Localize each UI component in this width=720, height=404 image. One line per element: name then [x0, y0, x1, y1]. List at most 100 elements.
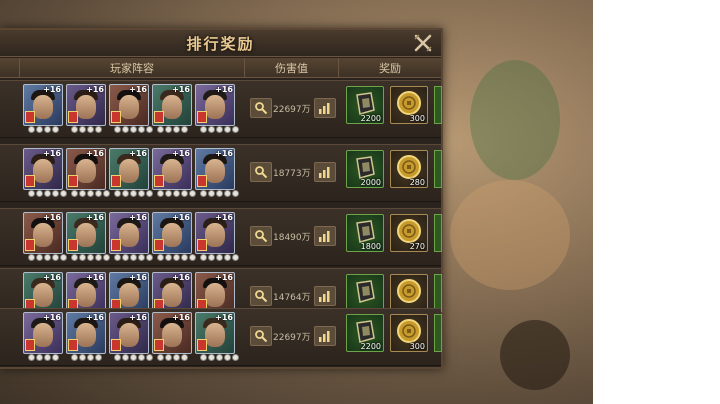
reward-jade-token[interactable]: 1800: [346, 214, 384, 252]
hero-level: +16: [43, 149, 61, 158]
hero-portrait[interactable]: +16: [195, 148, 235, 190]
view-lineup-button[interactable]: [250, 162, 272, 182]
star-dot: [71, 354, 78, 361]
star-dot: [79, 254, 86, 261]
star-dot: [157, 354, 164, 361]
hero-level: +16: [86, 213, 104, 222]
reward-jade-token[interactable]: 2000: [346, 150, 384, 188]
hero-portrait[interactable]: +16: [23, 148, 63, 190]
view-lineup-button[interactable]: [250, 286, 272, 306]
reward-jade-token[interactable]: 2200: [346, 314, 384, 352]
hero-level: +16: [129, 273, 147, 282]
hero-portrait[interactable]: +16: [66, 312, 106, 354]
magnifier-icon: [255, 330, 268, 343]
hero-portrait[interactable]: +16: [152, 84, 192, 126]
star-dot: [200, 190, 207, 197]
hero-portrait[interactable]: +16: [109, 312, 149, 354]
hero-portrait[interactable]: +16: [152, 148, 192, 190]
star-rating: [71, 126, 102, 133]
column-header-row: 玩家阵容 伤害值 奖励: [0, 58, 441, 78]
damage-stats-button[interactable]: [314, 162, 336, 182]
hero-portrait[interactable]: +16: [23, 312, 63, 354]
star-dot: [87, 190, 94, 197]
star-rating: [200, 126, 239, 133]
magnifier-icon: [255, 102, 268, 115]
star-dot: [181, 354, 188, 361]
star-dot: [232, 354, 239, 361]
star-dot: [189, 190, 196, 197]
reward-gold-coin[interactable]: 280: [390, 150, 428, 188]
damage-value: 22697万: [273, 105, 311, 115]
hero-portrait[interactable]: +16: [66, 148, 106, 190]
ranking-row: +16 +16 +16 +16 +16 18773万 2000 280: [0, 144, 442, 202]
star-dot: [36, 126, 43, 133]
reward-slot-partial[interactable]: [434, 314, 442, 352]
hero-portrait[interactable]: +16: [23, 212, 63, 254]
hero-portrait[interactable]: +16: [23, 84, 63, 126]
reward-gold-coin[interactable]: 300: [390, 314, 428, 352]
magnifier-icon: [255, 166, 268, 179]
ranking-row: +16 +16 +16 +16 +16 18490万 1800 270: [0, 208, 442, 266]
hero-level: +16: [86, 313, 104, 322]
damage-stats-button[interactable]: [314, 98, 336, 118]
reward-jade-token[interactable]: 2200: [346, 86, 384, 124]
reward-jade-token[interactable]: [346, 274, 384, 312]
hero-portrait[interactable]: +16: [109, 84, 149, 126]
hero-portrait[interactable]: +16: [66, 84, 106, 126]
star-dot: [36, 254, 43, 261]
reward-amount: 1800: [360, 242, 381, 251]
star-dot: [52, 254, 59, 261]
star-rating: [157, 254, 196, 261]
star-dot: [138, 126, 145, 133]
damage-stats-button[interactable]: [314, 286, 336, 306]
hero-portrait[interactable]: +16: [66, 212, 106, 254]
view-lineup-button[interactable]: [250, 326, 272, 346]
bar-chart-icon: [319, 103, 330, 114]
hero-portrait[interactable]: +16: [109, 148, 149, 190]
hero-portrait[interactable]: +16: [195, 312, 235, 354]
star-dot: [95, 354, 102, 361]
star-dot: [130, 354, 137, 361]
view-lineup-button[interactable]: [250, 226, 272, 246]
reward-gold-coin[interactable]: [390, 274, 428, 312]
view-lineup-button[interactable]: [250, 98, 272, 118]
hero-portrait[interactable]: +16: [195, 84, 235, 126]
star-dot: [114, 254, 121, 261]
hero-level: +16: [172, 149, 190, 158]
star-rating: [71, 254, 110, 261]
hero-level: +16: [129, 85, 147, 94]
star-rating: [28, 126, 59, 133]
close-button[interactable]: [413, 33, 433, 53]
hero-portrait[interactable]: +16: [152, 312, 192, 354]
star-dot: [114, 190, 121, 197]
damage-stats-button[interactable]: [314, 326, 336, 346]
hero-portrait[interactable]: +16: [109, 212, 149, 254]
star-dot: [216, 254, 223, 261]
star-dot: [130, 190, 137, 197]
hero-level: +16: [172, 313, 190, 322]
reward-slot-partial[interactable]: [434, 150, 442, 188]
reward-gold-coin[interactable]: 300: [390, 86, 428, 124]
star-rating: [114, 126, 153, 133]
star-dot: [224, 254, 231, 261]
hero-portrait[interactable]: +16: [152, 212, 192, 254]
star-dot: [216, 126, 223, 133]
hero-level: +16: [43, 213, 61, 222]
star-dot: [173, 354, 180, 361]
star-dot: [114, 354, 121, 361]
reward-gold-coin[interactable]: 270: [390, 214, 428, 252]
star-dot: [146, 254, 153, 261]
reward-amount: 2200: [360, 114, 381, 123]
reward-slot-partial[interactable]: [434, 214, 442, 252]
star-dot: [114, 126, 121, 133]
star-dot: [232, 190, 239, 197]
star-dot: [52, 190, 59, 197]
reward-slot-partial[interactable]: [434, 274, 442, 312]
star-dot: [189, 254, 196, 261]
reward-amount: 270: [409, 242, 425, 251]
star-dot: [122, 254, 129, 261]
hero-portrait[interactable]: +16: [195, 212, 235, 254]
damage-value: 22697万: [273, 333, 311, 343]
reward-slot-partial[interactable]: [434, 86, 442, 124]
damage-stats-button[interactable]: [314, 226, 336, 246]
